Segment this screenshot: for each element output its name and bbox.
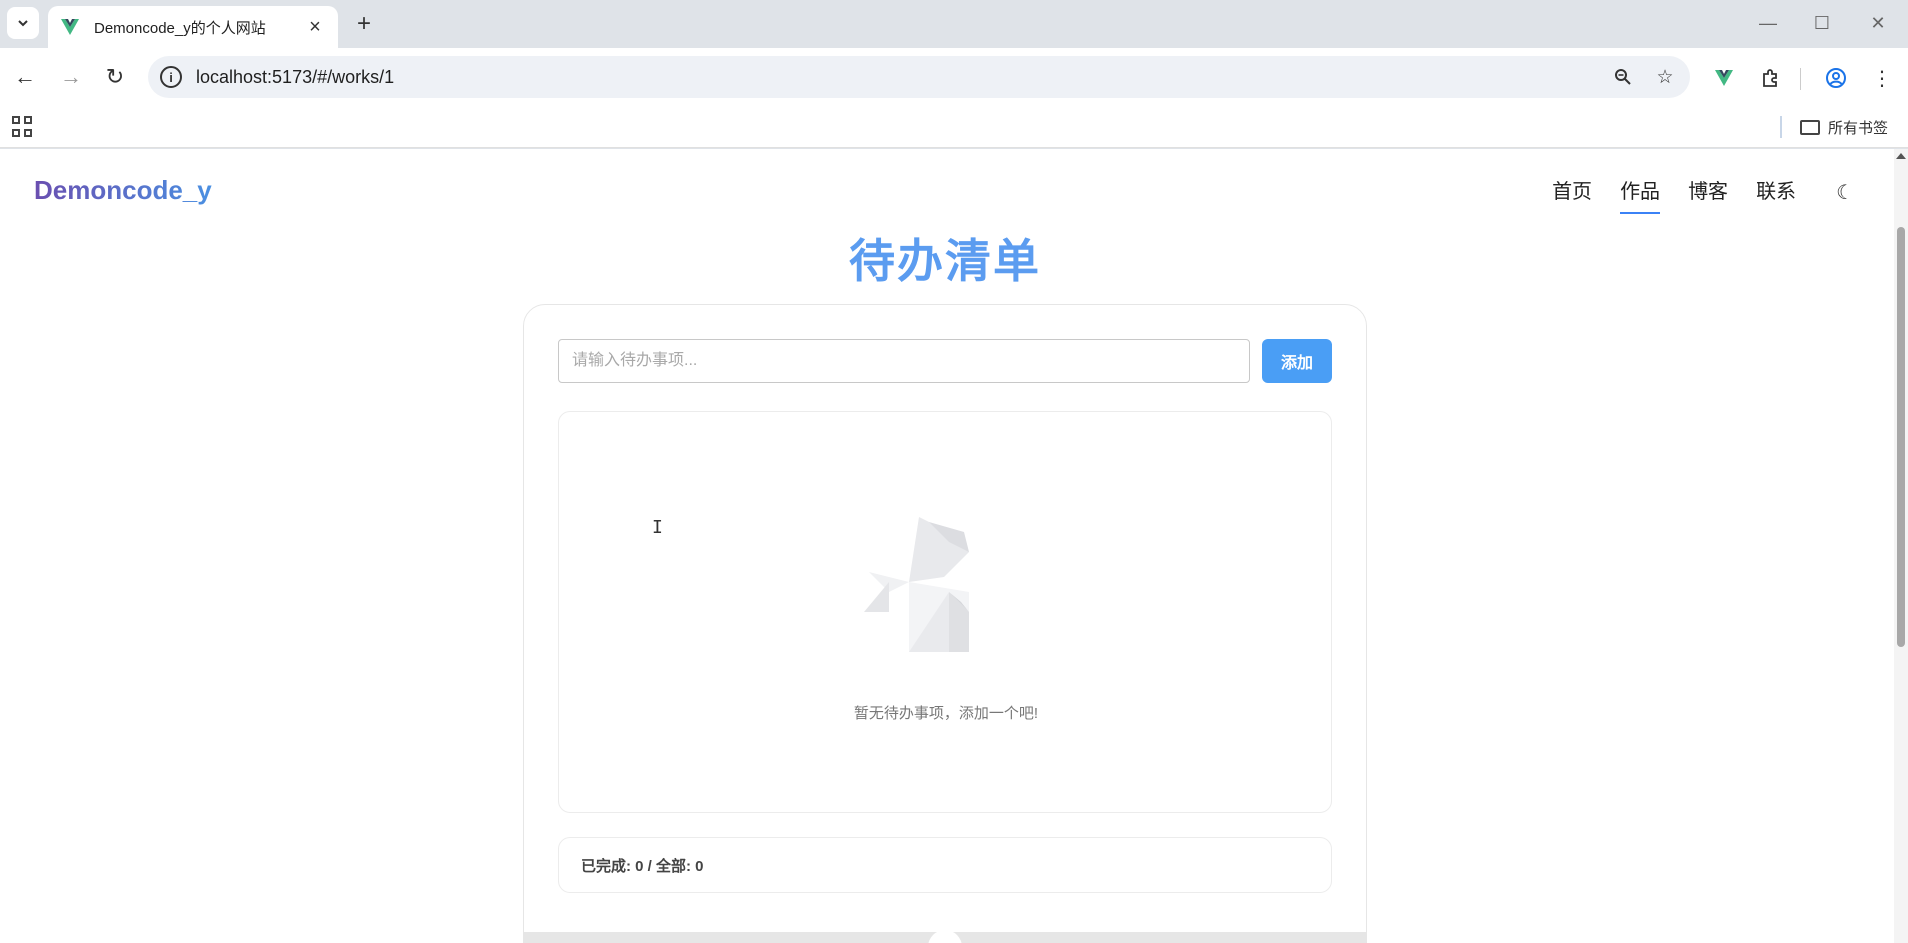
vue-devtools-icon[interactable] (1708, 62, 1740, 94)
vue-logo-icon (61, 19, 79, 35)
nav-works[interactable]: 作品 (1620, 175, 1661, 214)
browser-tabbar: Demoncode_y的个人网站 × + — ☐ ✕ (0, 0, 1908, 48)
todo-card: 添加 暂无待办事项，添加一个吧! 已完成: 0 / 全部: 0 ▼ (523, 304, 1367, 943)
toolbar-divider (1800, 68, 1801, 90)
all-bookmarks-label: 所有书签 (1828, 119, 1889, 137)
tab-search-button[interactable] (7, 7, 39, 39)
site-nav: 首页 作品 博客 联系 ☾ (1524, 175, 1854, 214)
nav-blog[interactable]: 博客 (1688, 175, 1728, 210)
todo-stats: 已完成: 0 / 全部: 0 (558, 837, 1332, 893)
forward-icon[interactable]: → (54, 60, 88, 94)
profile-icon[interactable] (1820, 62, 1852, 94)
new-tab-button[interactable]: + (350, 10, 378, 38)
todo-list: 暂无待办事项，添加一个吧! (558, 411, 1332, 813)
empty-state-text: 暂无待办事项，添加一个吧! (853, 705, 1039, 722)
chevron-down-icon (18, 20, 28, 27)
bookmarks-divider (1780, 116, 1782, 138)
site-logo[interactable]: Demoncode_y (34, 175, 212, 206)
maximize-icon[interactable]: ☐ (1802, 8, 1842, 38)
tab-title: Demoncode_y的个人网站 (94, 19, 266, 37)
scroll-thumb[interactable] (1897, 227, 1905, 647)
nav-home[interactable]: 首页 (1552, 175, 1592, 210)
todo-input[interactable] (558, 339, 1250, 383)
minimize-icon[interactable]: — (1748, 8, 1788, 38)
empty-box-icon (864, 517, 969, 652)
site-info-icon[interactable]: i (160, 66, 182, 88)
moon-icon[interactable]: ☾ (1836, 180, 1854, 205)
menu-dots-icon[interactable]: ⋮ (1866, 62, 1898, 94)
url-text[interactable]: localhost:5173/#/works/1 (196, 67, 1606, 88)
close-tab-icon[interactable]: × (304, 16, 326, 38)
page-title: 待办清单 (849, 235, 1041, 287)
bookmark-star-icon[interactable]: ☆ (1648, 60, 1682, 94)
apps-grid-icon[interactable] (12, 116, 34, 138)
address-bar[interactable]: i localhost:5173/#/works/1 ☆ (148, 56, 1690, 98)
browser-toolbar: ← → ↻ i localhost:5173/#/works/1 ☆ ⋮ (0, 48, 1908, 106)
scroll-up-icon[interactable] (1896, 153, 1906, 159)
add-button[interactable]: 添加 (1262, 339, 1332, 383)
reload-icon[interactable]: ↻ (98, 60, 132, 94)
bookmarks-bar: 所有书签 (0, 106, 1908, 148)
close-window-icon[interactable]: ✕ (1858, 8, 1898, 38)
folder-icon (1800, 119, 1820, 135)
all-bookmarks-folder[interactable]: 所有书签 (1800, 116, 1888, 138)
back-icon[interactable]: ← (8, 60, 42, 94)
nav-contact[interactable]: 联系 (1756, 175, 1796, 210)
page-viewport: Demoncode_y 首页 作品 博客 联系 ☾ 待办清单 添加 暂无待办事项… (0, 149, 1908, 943)
extensions-icon[interactable] (1754, 62, 1786, 94)
browser-tab-active[interactable]: Demoncode_y的个人网站 × (48, 6, 338, 48)
zoom-icon[interactable] (1606, 60, 1640, 94)
page-scrollbar[interactable] (1894, 149, 1908, 943)
text-cursor-icon: I (652, 517, 663, 538)
